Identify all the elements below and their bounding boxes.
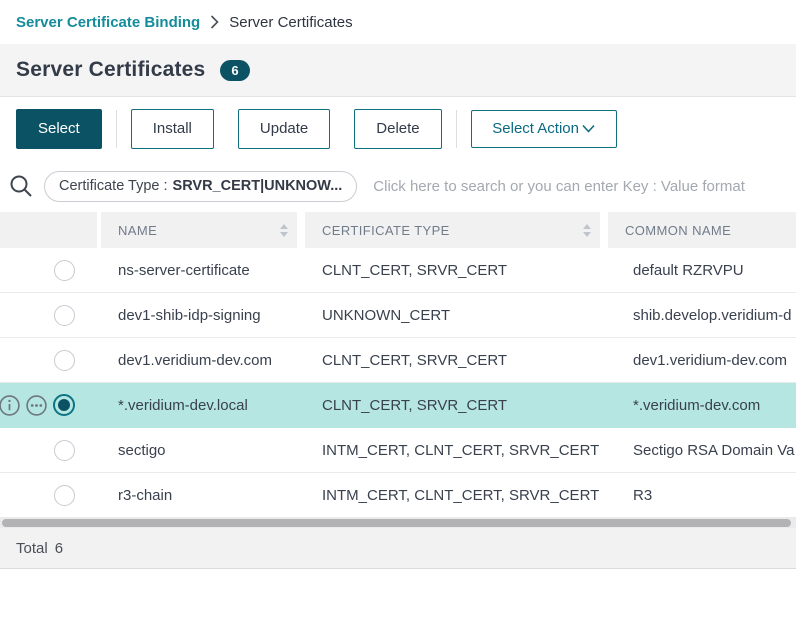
common-name-cell: *.veridium-dev.com [616, 397, 796, 414]
sort-icon[interactable] [583, 224, 591, 237]
common-name-cell: default RZRVPU [616, 262, 796, 279]
row-radio[interactable] [54, 440, 75, 461]
common-name-cell: Sectigo RSA Domain Va [616, 442, 796, 459]
breadcrumb-current: Server Certificates [229, 14, 352, 31]
select-action-label: Select Action [492, 120, 579, 137]
table-footer: Total 6 [0, 528, 796, 569]
row-radio-selected[interactable] [53, 394, 75, 416]
total-label: Total [16, 540, 48, 557]
horizontal-scrollbar[interactable] [0, 518, 796, 528]
table-header: NAME CERTIFICATE TYPE COMMON NAME [0, 212, 796, 248]
info-icon[interactable] [0, 395, 20, 416]
header-cell-common-name[interactable]: COMMON NAME [608, 212, 796, 248]
cert-name-cell: dev1-shib-idp-signing [101, 307, 305, 324]
cert-name-cell: ns-server-certificate [101, 262, 305, 279]
filter-chip-key: Certificate Type : [59, 178, 168, 194]
table-row-selected[interactable]: *.veridium-dev.local CLNT_CERT, SRVR_CER… [0, 383, 796, 428]
table-row[interactable]: ns-server-certificate CLNT_CERT, SRVR_CE… [0, 248, 796, 293]
breadcrumb: Server Certificate Binding Server Certif… [0, 0, 796, 44]
search-icon [8, 173, 34, 199]
cert-name-cell: dev1.veridium-dev.com [101, 352, 305, 369]
common-name-cell: dev1.veridium-dev.com [616, 352, 796, 369]
horizontal-scrollbar-thumb[interactable] [2, 519, 791, 527]
search-bar: Certificate Type : SRVR_CERT|UNKNOW... [0, 160, 796, 212]
toolbar-divider [456, 110, 457, 148]
row-radio[interactable] [54, 260, 75, 281]
common-name-cell: R3 [616, 487, 796, 504]
cert-type-cell: CLNT_CERT, SRVR_CERT [305, 397, 616, 414]
cert-name-cell: *.veridium-dev.local [101, 397, 305, 414]
table-row[interactable]: dev1.veridium-dev.com CLNT_CERT, SRVR_CE… [0, 338, 796, 383]
header-common-name-label: COMMON NAME [625, 223, 731, 238]
header-certificate-type-label: CERTIFICATE TYPE [322, 223, 450, 238]
table-row[interactable]: dev1-shib-idp-signing UNKNOWN_CERT shib.… [0, 293, 796, 338]
cert-type-cell: CLNT_CERT, SRVR_CERT [305, 262, 616, 279]
cert-type-cell: INTM_CERT, CLNT_CERT, SRVR_CERT [305, 442, 616, 459]
install-button[interactable]: Install [131, 109, 214, 149]
filter-chip-value: SRVR_CERT|UNKNOW... [173, 178, 343, 194]
cert-name-cell: r3-chain [101, 487, 305, 504]
sort-icon[interactable] [280, 224, 288, 237]
cert-type-cell: CLNT_CERT, SRVR_CERT [305, 352, 616, 369]
toolbar: Select Install Update Delete Select Acti… [0, 97, 796, 160]
title-bar: Server Certificates 6 [0, 44, 796, 97]
table-row[interactable]: sectigo INTM_CERT, CLNT_CERT, SRVR_CERT … [0, 428, 796, 473]
header-cell-certificate-type[interactable]: CERTIFICATE TYPE [305, 212, 600, 248]
search-input[interactable] [373, 178, 780, 195]
select-action-dropdown[interactable]: Select Action [471, 110, 617, 148]
row-radio[interactable] [54, 485, 75, 506]
filter-chip-certificate-type[interactable]: Certificate Type : SRVR_CERT|UNKNOW... [44, 171, 357, 202]
server-certificates-page: Server Certificate Binding Server Certif… [0, 0, 796, 621]
table-row[interactable]: r3-chain INTM_CERT, CLNT_CERT, SRVR_CERT… [0, 473, 796, 518]
page-title: Server Certificates [16, 58, 205, 82]
row-radio[interactable] [54, 350, 75, 371]
update-button[interactable]: Update [238, 109, 330, 149]
ellipsis-menu-icon[interactable] [26, 395, 47, 416]
select-button[interactable]: Select [16, 109, 102, 149]
breadcrumb-link-server-certificate-binding[interactable]: Server Certificate Binding [16, 14, 200, 31]
total-value: 6 [55, 540, 63, 557]
chevron-down-icon [582, 124, 595, 133]
header-name-label: NAME [118, 223, 157, 238]
row-radio[interactable] [54, 305, 75, 326]
cert-type-cell: UNKNOWN_CERT [305, 307, 616, 324]
toolbar-divider [116, 110, 117, 148]
count-badge: 6 [220, 60, 249, 81]
cert-name-cell: sectigo [101, 442, 305, 459]
delete-button[interactable]: Delete [354, 109, 441, 149]
header-cell-name[interactable]: NAME [101, 212, 297, 248]
header-cell-radio [0, 212, 97, 248]
cert-type-cell: INTM_CERT, CLNT_CERT, SRVR_CERT [305, 487, 616, 504]
chevron-right-icon [210, 15, 219, 29]
common-name-cell: shib.develop.veridium-d [616, 307, 796, 324]
